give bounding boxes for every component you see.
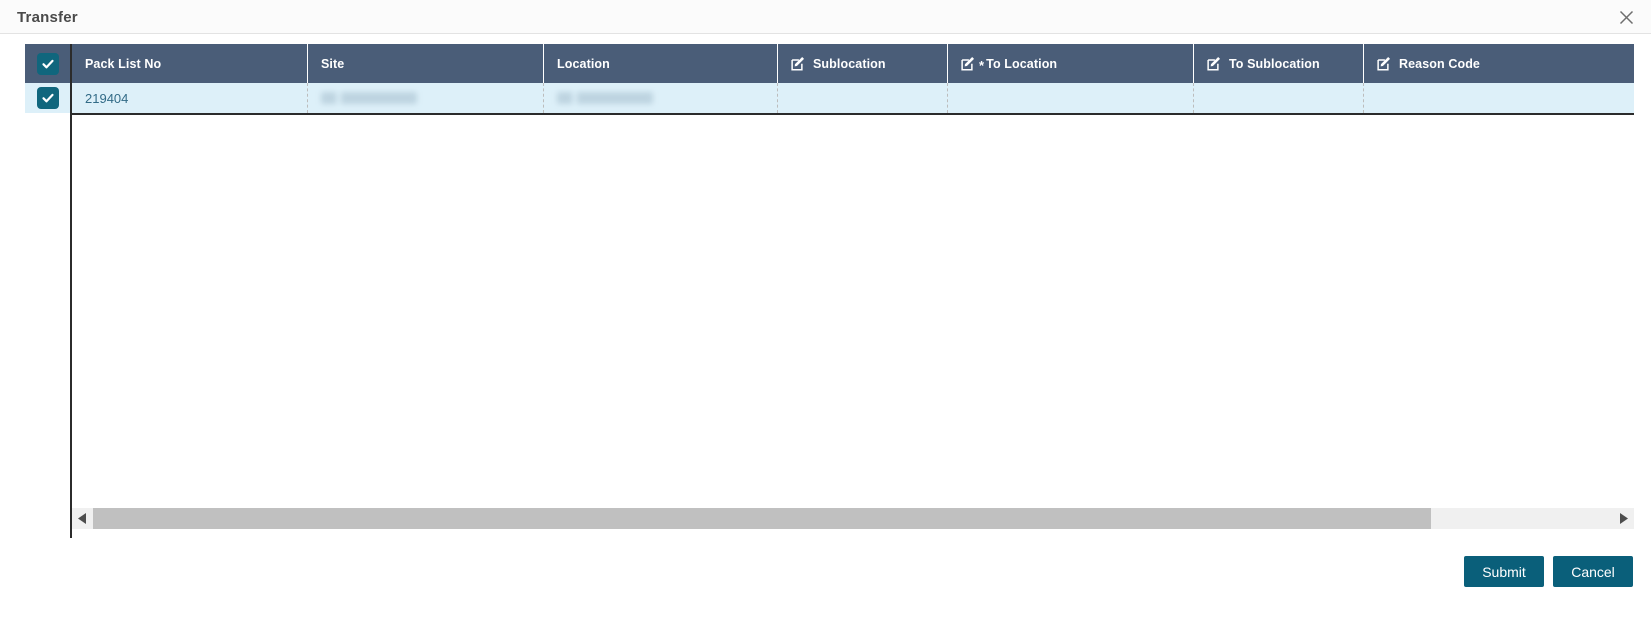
- column-header-location[interactable]: Location: [543, 44, 777, 83]
- cell-to-sublocation[interactable]: [1193, 83, 1363, 113]
- edit-icon: [791, 56, 806, 71]
- column-header-reason-code[interactable]: Reason Code: [1363, 44, 1634, 83]
- grid-header-row: Pack List No Site Location Sublocation *…: [72, 44, 1634, 83]
- column-header-sublocation[interactable]: Sublocation: [777, 44, 947, 83]
- cell-location[interactable]: [543, 83, 777, 113]
- scrollbar-track[interactable]: [93, 508, 1613, 529]
- edit-icon: [961, 56, 976, 71]
- select-all-header-cell: [25, 44, 70, 83]
- edit-icon: [1377, 56, 1392, 71]
- grid-frozen-column: [25, 44, 72, 538]
- dialog-title: Transfer: [17, 9, 78, 26]
- redacted-value: [321, 92, 417, 104]
- row-checkbox[interactable]: [36, 87, 59, 109]
- column-header-pack-list-no[interactable]: Pack List No: [72, 44, 307, 83]
- column-header-label: To Sublocation: [1229, 56, 1320, 71]
- column-header-to-location[interactable]: * To Location: [947, 44, 1193, 83]
- column-header-label: Location: [557, 56, 610, 71]
- cancel-button[interactable]: Cancel: [1553, 556, 1633, 587]
- submit-button[interactable]: Submit: [1464, 556, 1544, 587]
- column-header-to-sublocation[interactable]: To Sublocation: [1193, 44, 1363, 83]
- grid-empty-area: [72, 115, 1634, 516]
- cell-reason-code[interactable]: [1363, 83, 1634, 113]
- column-header-label: Reason Code: [1399, 56, 1480, 71]
- close-icon[interactable]: [1613, 4, 1639, 30]
- dialog-footer: Submit Cancel: [1464, 556, 1633, 587]
- cell-pack-list-no[interactable]: 219404: [72, 83, 307, 113]
- redacted-value: [557, 92, 653, 104]
- column-header-label: Site: [321, 56, 345, 71]
- horizontal-scrollbar[interactable]: [72, 508, 1634, 529]
- select-all-checkbox[interactable]: [36, 52, 59, 75]
- triangle-left-icon[interactable]: [72, 508, 93, 529]
- edit-icon: [1207, 56, 1222, 71]
- scrollbar-thumb[interactable]: [93, 508, 1431, 529]
- cell-to-location[interactable]: [947, 83, 1193, 113]
- column-header-label: To Location: [986, 56, 1058, 71]
- cell-site[interactable]: [307, 83, 543, 113]
- grid-frozen-filler: [25, 113, 70, 516]
- triangle-right-icon[interactable]: [1613, 508, 1634, 529]
- transfer-grid: Pack List No Site Location Sublocation *…: [25, 44, 1634, 538]
- row-select-cell: [25, 83, 70, 113]
- dialog-titlebar: Transfer: [0, 0, 1651, 34]
- column-header-site[interactable]: Site: [307, 44, 543, 83]
- table-row[interactable]: 219404: [72, 83, 1634, 113]
- column-header-label: Pack List No: [85, 56, 162, 71]
- column-header-label: Sublocation: [813, 56, 886, 71]
- grid-scroll-viewport: Pack List No Site Location Sublocation *…: [72, 44, 1634, 538]
- cell-sublocation[interactable]: [777, 83, 947, 113]
- required-indicator: *: [979, 58, 985, 73]
